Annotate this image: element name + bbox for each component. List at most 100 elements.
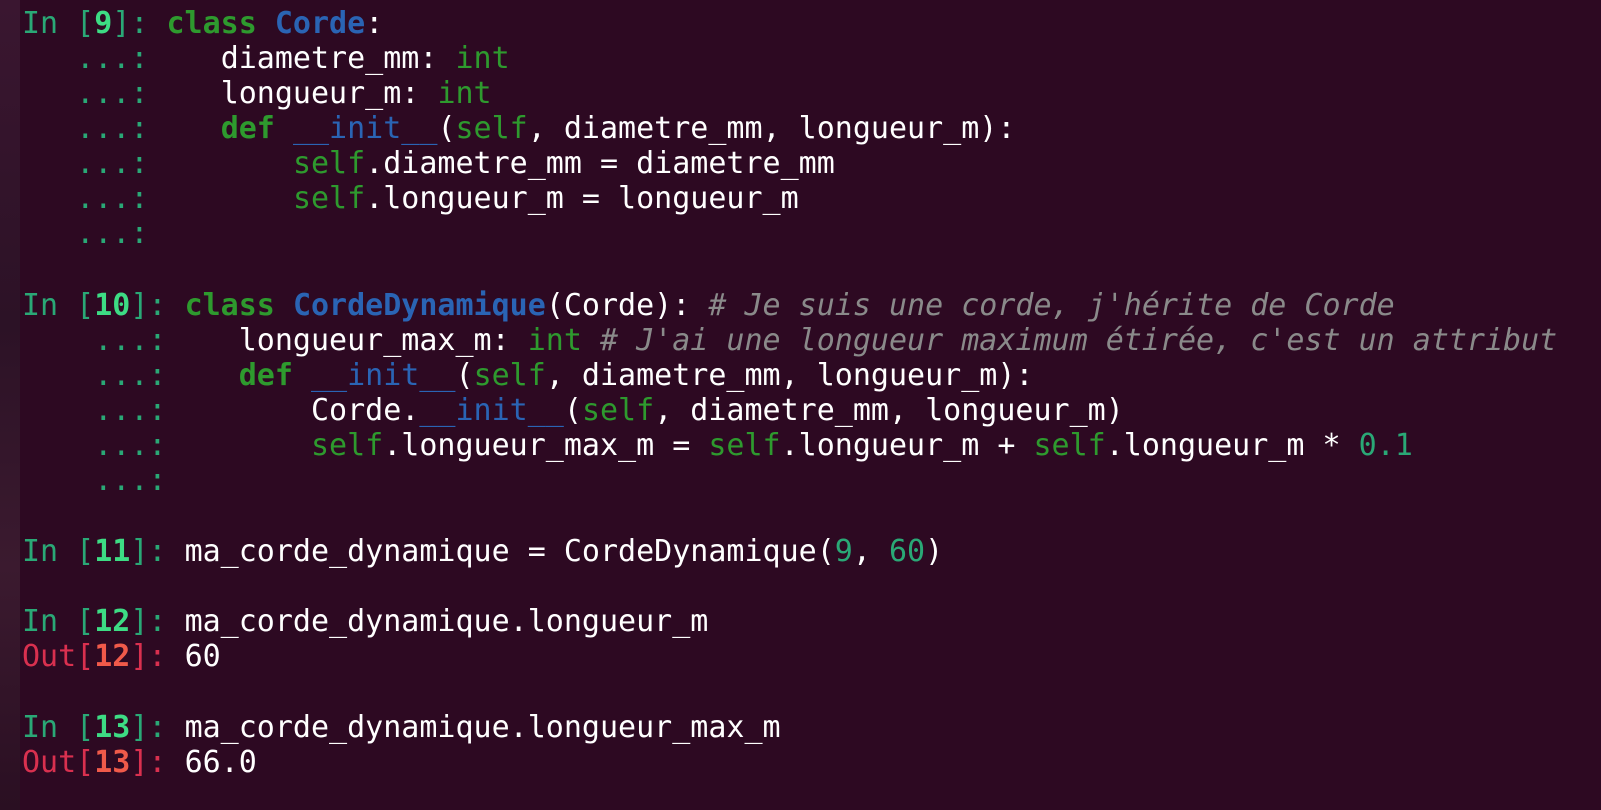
in-prompt-close: ]:: [130, 534, 185, 569]
in-prompt-close: ]:: [130, 288, 185, 323]
in-prompt: In [: [22, 6, 95, 41]
desktop-edge: [0, 0, 20, 810]
in-10-line-6: ...:: [22, 463, 167, 499]
in-9-line-3: ...: longueur_m: int: [22, 76, 492, 112]
code-text: ma_corde_dynamique.longueur_max_m: [184, 710, 781, 745]
code-text: ma_corde_dynamique.longueur_m: [184, 604, 709, 639]
code-text: longueur_m:: [220, 76, 438, 111]
self-keyword: self: [292, 146, 366, 181]
number-literal: 9: [834, 534, 853, 569]
continuation-prompt: ...:: [76, 146, 149, 181]
in-9-line-6: ...: self.longueur_m = longueur_m: [22, 181, 799, 217]
out-12-line: Out[12]: 60: [22, 639, 221, 675]
code-text: (: [455, 358, 474, 393]
number-literal: 60: [888, 534, 926, 569]
code-text: , diametre_mm, longueur_m): [654, 393, 1124, 428]
code-comment: # J'ai une longueur maximum étirée, c'es…: [581, 323, 1558, 358]
in-10-line-4: ...: Corde.__init__(self, diametre_mm, l…: [22, 393, 1124, 429]
dunder-method: __init__: [311, 358, 456, 393]
code-text: , diametre_mm, longueur_m):: [527, 111, 1016, 146]
in-13-line: In [13]: ma_corde_dynamique.longueur_max…: [22, 710, 781, 746]
output-value: 66.0: [184, 745, 257, 780]
in-9-line-1: In [9]: class Corde:: [22, 6, 383, 42]
in-12-line: In [12]: ma_corde_dynamique.longueur_m: [22, 604, 708, 640]
in-number: 12: [94, 604, 131, 639]
continuation-prompt: ...:: [76, 181, 149, 216]
code-text: .longueur_m *: [1105, 428, 1359, 463]
code-text: , diametre_mm, longueur_m):: [545, 358, 1034, 393]
out-prompt-close: ]:: [130, 639, 185, 674]
class-name: CordeDynamique: [292, 288, 546, 323]
number-literal: 0.1: [1358, 428, 1413, 463]
keyword: def: [220, 111, 275, 146]
builtin-type: int: [455, 41, 510, 76]
in-9-line-4: ...: def __init__(self, diametre_mm, lon…: [22, 111, 1015, 147]
continuation-prompt: ...:: [94, 463, 167, 498]
continuation-prompt: ...:: [94, 428, 167, 463]
in-prompt-close: ]:: [112, 6, 167, 41]
code-text: .diametre_mm = diametre_mm: [365, 146, 835, 181]
code-text: .longueur_m +: [780, 428, 1034, 463]
in-10-line-1: In [10]: class CordeDynamique(Corde): # …: [22, 288, 1395, 324]
out-13-line: Out[13]: 66.0: [22, 745, 257, 781]
in-number: 10: [94, 288, 131, 323]
code-text: .longueur_max_m =: [383, 428, 709, 463]
code-text: longueur_max_m:: [238, 323, 528, 358]
in-11-line: In [11]: ma_corde_dynamique = CordeDynam…: [22, 534, 943, 570]
code-text: ,: [852, 534, 889, 569]
self-keyword: self: [1033, 428, 1106, 463]
code-text: ma_corde_dynamique = CordeDynamique(: [184, 534, 835, 569]
code-text: diametre_mm:: [220, 41, 456, 76]
in-9-line-2: ...: diametre_mm: int: [22, 41, 510, 77]
self-keyword: self: [581, 393, 655, 428]
in-prompt-close: ]:: [130, 710, 185, 745]
out-number: 13: [94, 745, 131, 780]
code-text: (Corde):: [545, 288, 709, 323]
in-number: 11: [94, 534, 131, 569]
in-9-line-7: ...:: [22, 216, 148, 252]
in-9-line-5: ...: self.diametre_mm = diametre_mm: [22, 146, 835, 182]
in-10-line-3: ...: def __init__(self, diametre_mm, lon…: [22, 358, 1033, 394]
self-keyword: self: [292, 181, 366, 216]
in-10-line-2: ...: longueur_max_m: int # J'ai une long…: [22, 323, 1557, 359]
continuation-prompt: ...:: [94, 358, 167, 393]
code-text: (: [563, 393, 582, 428]
code-text: .longueur_m = longueur_m: [365, 181, 799, 216]
terminal-screen[interactable]: In [9]: class Corde: ...: diametre_mm: i…: [22, 0, 1601, 810]
in-prompt: In [: [22, 534, 95, 569]
code-text: (: [437, 111, 456, 146]
in-10-line-5: ...: self.longueur_max_m = self.longueur…: [22, 428, 1413, 464]
out-prompt-close: ]:: [130, 745, 185, 780]
ipython-terminal[interactable]: In [9]: class Corde: ...: diametre_mm: i…: [0, 0, 1601, 810]
continuation-prompt: ...:: [76, 76, 149, 111]
keyword: class: [166, 6, 257, 41]
continuation-prompt: ...:: [76, 216, 149, 251]
continuation-prompt: ...:: [94, 323, 167, 358]
out-prompt: Out[: [22, 745, 95, 780]
builtin-type: int: [527, 323, 582, 358]
code-text: ): [925, 534, 944, 569]
dunder-method: __init__: [292, 111, 438, 146]
code-comment: # Je suis une corde, j'hérite de Corde: [708, 288, 1395, 323]
keyword: class: [184, 288, 275, 323]
code-text: Corde.: [311, 393, 420, 428]
builtin-type: int: [437, 76, 492, 111]
code-text: :: [365, 6, 384, 41]
keyword: def: [238, 358, 293, 393]
in-prompt: In [: [22, 604, 95, 639]
in-number: 13: [94, 710, 131, 745]
continuation-prompt: ...:: [76, 111, 149, 146]
self-keyword: self: [455, 111, 528, 146]
continuation-prompt: ...:: [94, 393, 167, 428]
continuation-prompt: ...:: [76, 41, 149, 76]
self-keyword: self: [311, 428, 384, 463]
self-keyword: self: [708, 428, 781, 463]
in-prompt: In [: [22, 710, 95, 745]
in-number: 9: [94, 6, 113, 41]
self-keyword: self: [473, 358, 546, 393]
out-prompt: Out[: [22, 639, 95, 674]
output-value: 60: [184, 639, 221, 674]
class-name: Corde: [274, 6, 366, 41]
in-prompt: In [: [22, 288, 95, 323]
dunder-method: __init__: [419, 393, 564, 428]
